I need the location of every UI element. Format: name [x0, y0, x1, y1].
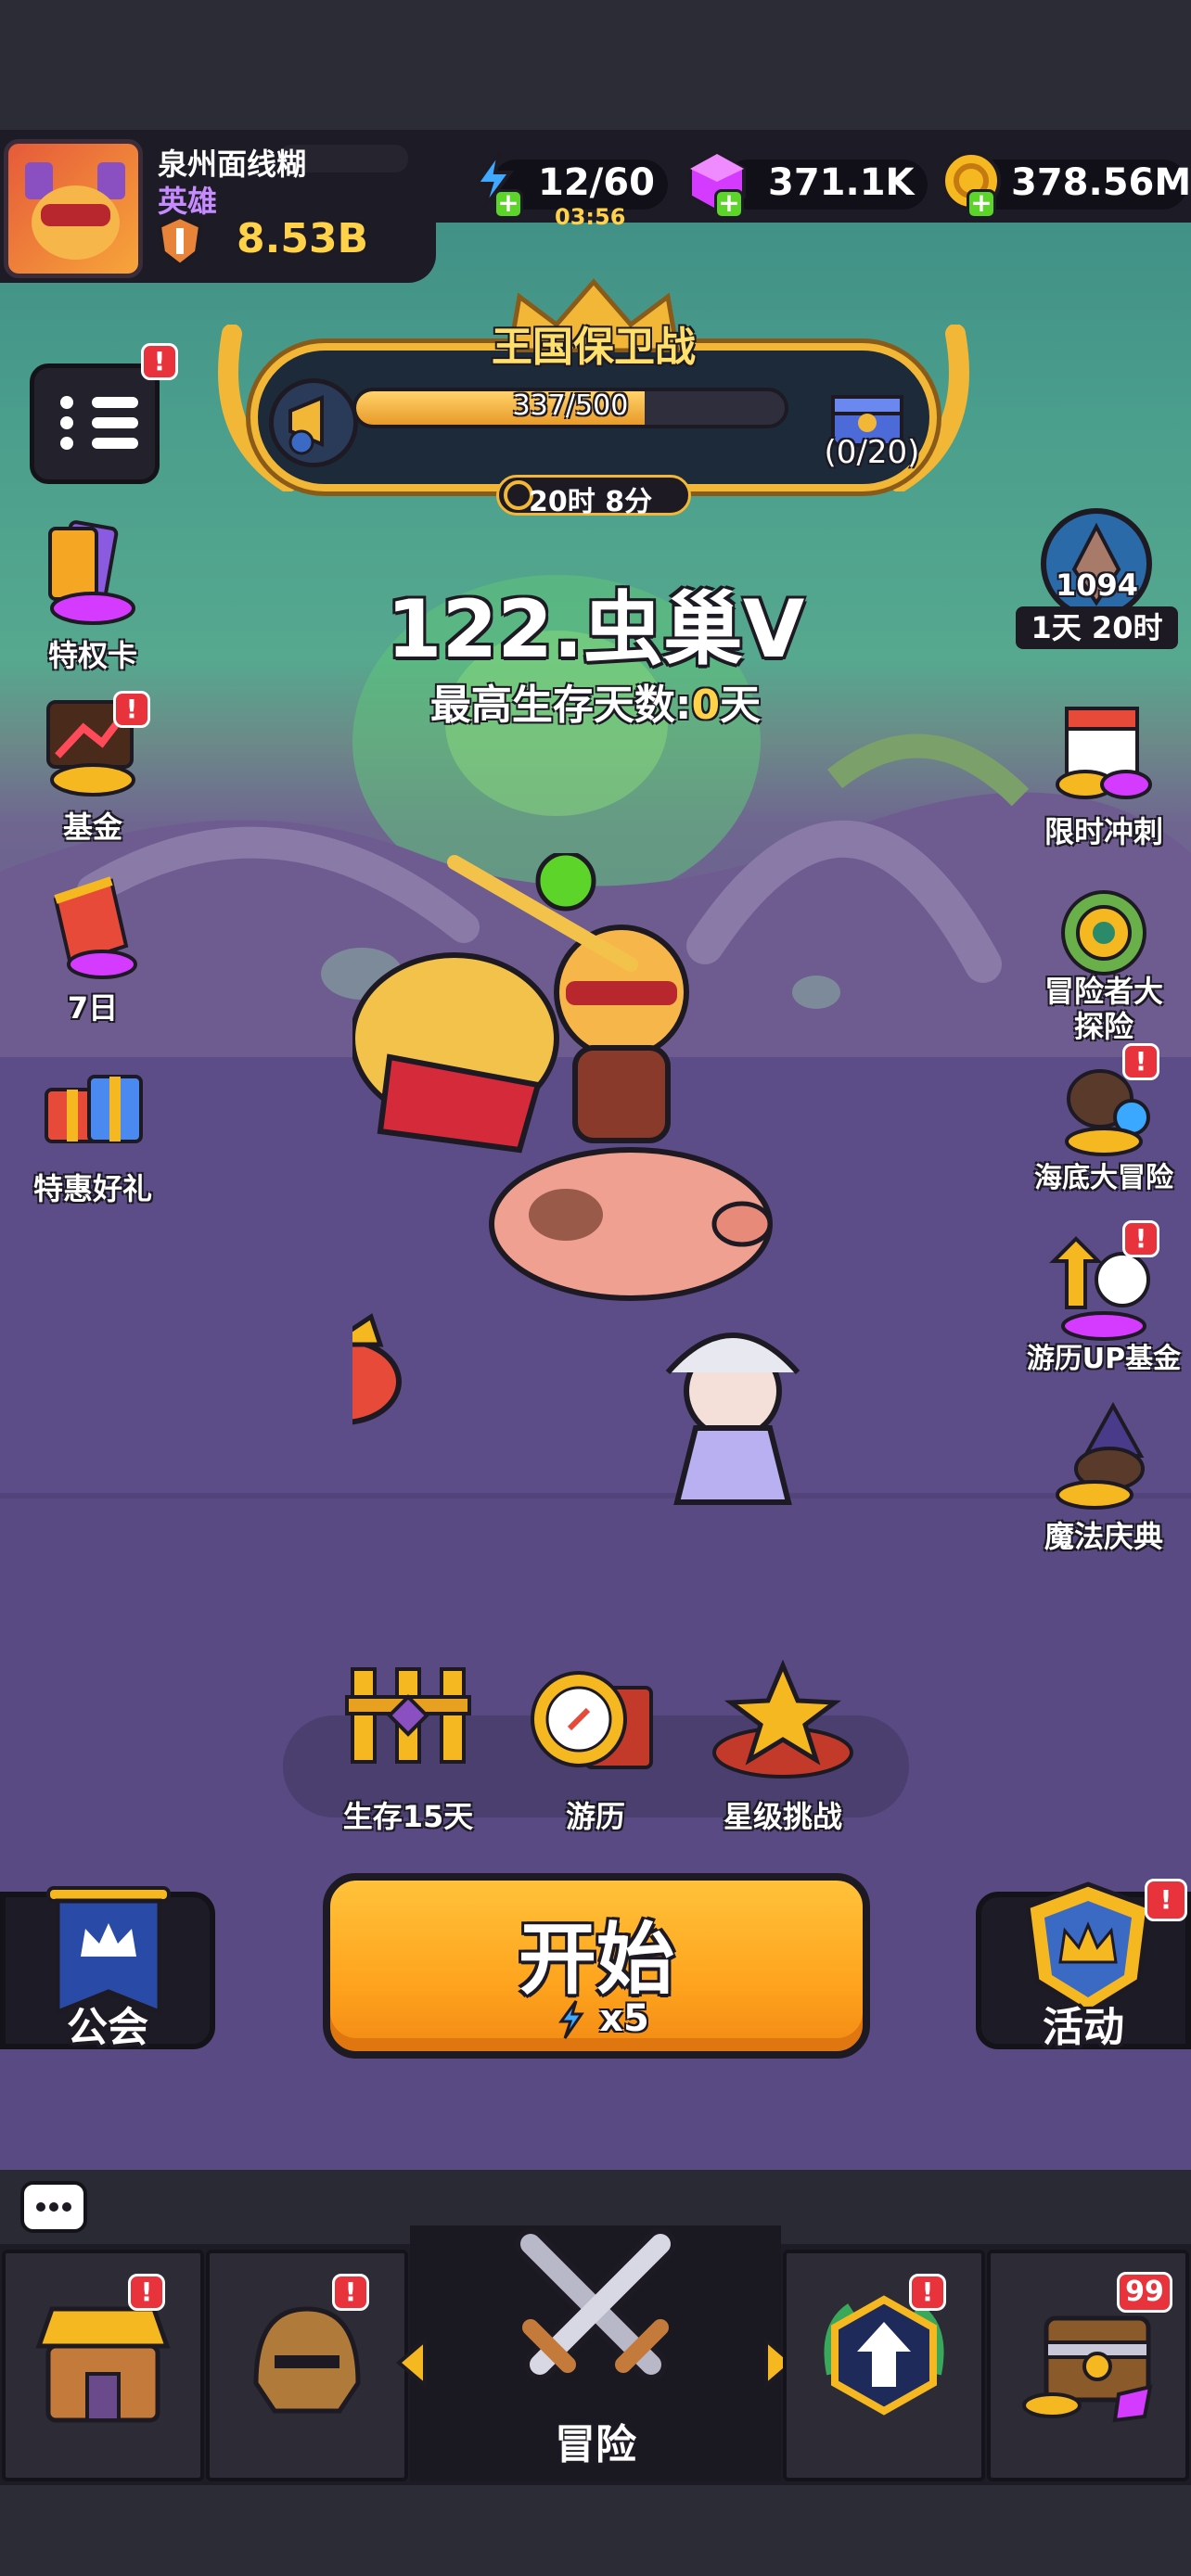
side-label: 冒险者大 探险	[1044, 974, 1163, 1044]
banner-timer: 20时 8分	[529, 486, 653, 518]
calendar-icon	[1056, 707, 1152, 799]
banner-progress-text: 337/500	[512, 389, 629, 422]
start-label: 开始	[518, 1914, 674, 2005]
player-header: 泉州面线糊 英雄 8.53B + 12/60 03:56 + 371.1K + …	[0, 130, 1191, 287]
power-icon	[157, 215, 203, 267]
mode-travel[interactable]: 游历	[503, 1660, 688, 1836]
chat-bubble-icon	[36, 2202, 71, 2212]
nav-tab-treasury[interactable]: 99	[987, 2250, 1189, 2481]
pig-mount	[489, 1147, 773, 1301]
horn-icon	[269, 378, 358, 467]
chest-count: (0/20)	[824, 434, 920, 471]
start-cost: x5	[599, 1997, 649, 2040]
alert-badge: !	[141, 343, 178, 380]
boss-rank-number: 1094	[1055, 567, 1139, 603]
guild-button[interactable]: 公会	[0, 1886, 215, 2051]
side-label: 基金	[62, 810, 122, 845]
hero-group	[352, 853, 800, 1505]
player-avatar[interactable]	[4, 139, 143, 278]
mode-star-challenge[interactable]: 星级挑战	[690, 1660, 876, 1836]
side-item-time-sprint[interactable]: 限时冲刺	[1020, 695, 1187, 853]
start-button[interactable]: 开始 x5	[323, 1873, 870, 2059]
mode-survival[interactable]: 生存15天	[315, 1660, 501, 1836]
side-item-deep-sea-adventure[interactable]: ! 海底大冒险	[1020, 1043, 1187, 1210]
alert-badge: !	[128, 2274, 165, 2311]
mode-label: 生存15天	[342, 1799, 474, 1834]
side-item-special-gift[interactable]: 特惠好礼	[9, 1052, 176, 1210]
alert-badge: !	[1145, 1879, 1187, 1921]
menu-dot	[60, 416, 73, 429]
side-label: 魔法庆典	[1044, 1519, 1163, 1554]
side-item-magic-festival[interactable]: 魔法庆典	[1020, 1400, 1187, 1558]
side-label: 限时冲刺	[1044, 814, 1163, 849]
nav-tab-upgrade[interactable]: !	[783, 2250, 985, 2481]
kingdom-defense-banner[interactable]: 王国保卫战 337/500 (0/20) 20时 8分	[218, 278, 969, 518]
survival-prefix: 最高生存天数:	[429, 682, 692, 729]
boss-rank-time: 1天 20时	[1016, 606, 1178, 649]
side-item-seven-day[interactable]: 7日	[9, 872, 176, 1029]
guild-label: 公会	[67, 2004, 148, 2051]
nav-tab-shop[interactable]: !	[2, 2250, 204, 2481]
gate-icon	[345, 1667, 471, 1764]
gem-add-button[interactable]: +	[714, 189, 744, 219]
side-item-adventurer-expedition[interactable]: 冒险者大 探险	[1020, 881, 1187, 1044]
boss-rank-icon[interactable]	[1041, 508, 1152, 619]
mode-label: 游历	[565, 1799, 625, 1834]
alert-badge: !	[332, 2274, 369, 2311]
status-bar-area	[0, 0, 1191, 130]
special-gift-icon	[45, 1075, 143, 1143]
chest-count-badge: 99	[1117, 2272, 1172, 2313]
alert-badge: !	[1122, 1220, 1159, 1257]
side-label: 特惠好礼	[32, 1171, 152, 1206]
banner-title: 王国保卫战	[492, 324, 696, 371]
nav-tab-equipment[interactable]: !	[206, 2250, 408, 2481]
side-label: 7日	[67, 990, 119, 1026]
alert-badge: !	[1122, 1043, 1159, 1080]
red-king-minion	[352, 1313, 402, 1425]
gem-value: 371.1K	[768, 161, 915, 204]
gold-add-button[interactable]: +	[967, 189, 996, 219]
avatar-mask	[41, 204, 110, 226]
home-indicator-area	[0, 2485, 1191, 2576]
energy-add-button[interactable]: +	[493, 189, 523, 219]
helmet-icon	[253, 2306, 361, 2414]
nav-active-label: 冒险	[555, 2421, 636, 2468]
wizard-icon	[1056, 1401, 1145, 1510]
stage-best-survival: 最高生存天数:0天	[0, 671, 1191, 731]
compass-book-icon	[531, 1671, 653, 1769]
upgrade-arrow-icon	[824, 2295, 944, 2416]
seven-day-icon	[53, 876, 137, 979]
alert-badge: !	[909, 2274, 946, 2311]
crossed-swords-icon	[515, 2228, 676, 2380]
menu-line	[92, 397, 138, 408]
nav-left-arrow-icon[interactable]	[393, 2337, 430, 2389]
event-label: 活动	[1043, 2004, 1124, 2051]
menu-line	[92, 438, 138, 449]
side-item-travel-up-fund[interactable]: ! 游历UP基金	[1020, 1220, 1187, 1391]
shop-icon	[35, 2306, 171, 2423]
menu-line	[92, 417, 138, 428]
menu-dot	[60, 437, 73, 450]
gold-value: 378.56M	[1011, 161, 1191, 204]
power-value: 8.53B	[237, 215, 369, 262]
side-label: 游历UP基金	[1026, 1343, 1182, 1375]
menu-dot	[60, 396, 73, 409]
ice-princess	[665, 1333, 800, 1505]
menu-button[interactable]	[30, 363, 160, 484]
stage-title: 122.虫巢Ⅴ	[386, 583, 805, 676]
yellow-beast	[352, 952, 559, 1154]
mode-label: 星级挑战	[723, 1799, 842, 1834]
energy-value: 12/60	[538, 161, 655, 204]
chat-button[interactable]	[20, 2181, 87, 2233]
survival-suffix: 天	[720, 682, 762, 729]
survival-value: 0	[691, 682, 721, 729]
energy-timer: 03:56	[555, 204, 626, 230]
side-label: 海底大冒险	[1034, 1162, 1173, 1194]
star-trophy-icon	[712, 1660, 853, 1779]
